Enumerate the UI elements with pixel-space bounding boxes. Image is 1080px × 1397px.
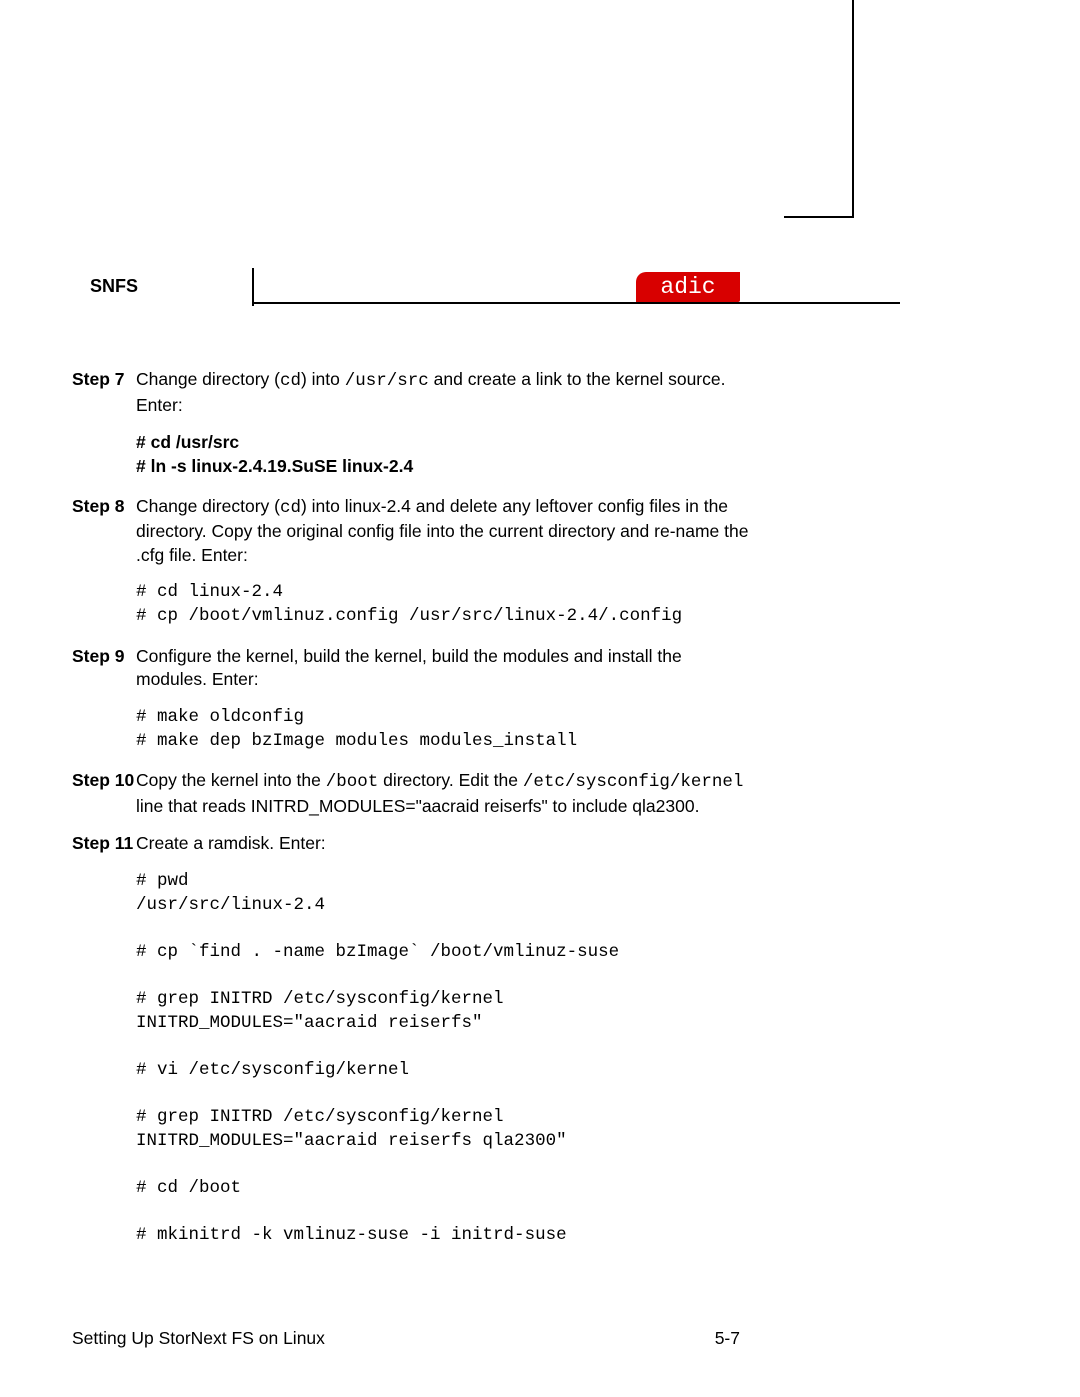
step-label: Step 10: [72, 769, 136, 793]
header-divider-vertical: [252, 268, 254, 306]
step-10: Step 10 Copy the kernel into the /boot d…: [72, 769, 752, 818]
text: ) into: [301, 369, 345, 389]
text: directory. Edit the: [378, 770, 523, 790]
step-label: Step 8: [72, 495, 136, 519]
brand-logo: adic: [636, 272, 740, 302]
inline-path: /boot: [326, 772, 379, 792]
step-11: Step 11 Create a ramdisk. Enter:: [72, 832, 752, 856]
content-area: Step 7 Change directory (cd) into /usr/s…: [72, 368, 752, 1264]
text: Create a ramdisk. Enter:: [136, 832, 752, 856]
inline-code: cd: [280, 371, 301, 391]
corner-border: [784, 0, 854, 218]
inline-path: /usr/src: [345, 371, 429, 391]
command-block: # cd linux-2.4 # cp /boot/vmlinuz.config…: [136, 581, 752, 628]
brand-logo-text: adic: [660, 276, 715, 299]
step-body: Copy the kernel into the /boot directory…: [136, 769, 752, 818]
step-body: Configure the kernel, build the kernel, …: [136, 645, 752, 692]
text: Configure the kernel, build the kernel, …: [136, 645, 752, 692]
step-label: Step 7: [72, 368, 136, 392]
text: Change directory (: [136, 369, 280, 389]
step-7: Step 7 Change directory (cd) into /usr/s…: [72, 368, 752, 417]
step-label: Step 11: [72, 832, 136, 856]
header: SNFS: [72, 274, 900, 308]
footer: Setting Up StorNext FS on Linux 5-7: [72, 1328, 740, 1349]
text: Copy the kernel into the: [136, 770, 326, 790]
footer-title: Setting Up StorNext FS on Linux: [72, 1328, 325, 1349]
text: Change directory (: [136, 496, 280, 516]
step-label: Step 9: [72, 645, 136, 669]
command-block: # pwd /usr/src/linux-2.4 # cp `find . -n…: [136, 870, 752, 1248]
step-body: Change directory (cd) into linux-2.4 and…: [136, 495, 752, 568]
inline-code: cd: [280, 498, 301, 518]
step-9: Step 9 Configure the kernel, build the k…: [72, 645, 752, 692]
step-8: Step 8 Change directory (cd) into linux-…: [72, 495, 752, 568]
step-body: Change directory (cd) into /usr/src and …: [136, 368, 752, 417]
text: line that reads INITRD_MODULES="aacraid …: [136, 796, 699, 816]
command-block: # make oldconfig # make dep bzImage modu…: [136, 706, 752, 753]
command-block: # cd /usr/src # ln -s linux-2.4.19.SuSE …: [136, 431, 752, 478]
step-body: Create a ramdisk. Enter:: [136, 832, 752, 856]
page-number: 5-7: [715, 1328, 740, 1349]
header-divider-horizontal: [254, 302, 900, 304]
inline-path: /etc/sysconfig/kernel: [523, 772, 744, 792]
product-label: SNFS: [90, 276, 138, 297]
